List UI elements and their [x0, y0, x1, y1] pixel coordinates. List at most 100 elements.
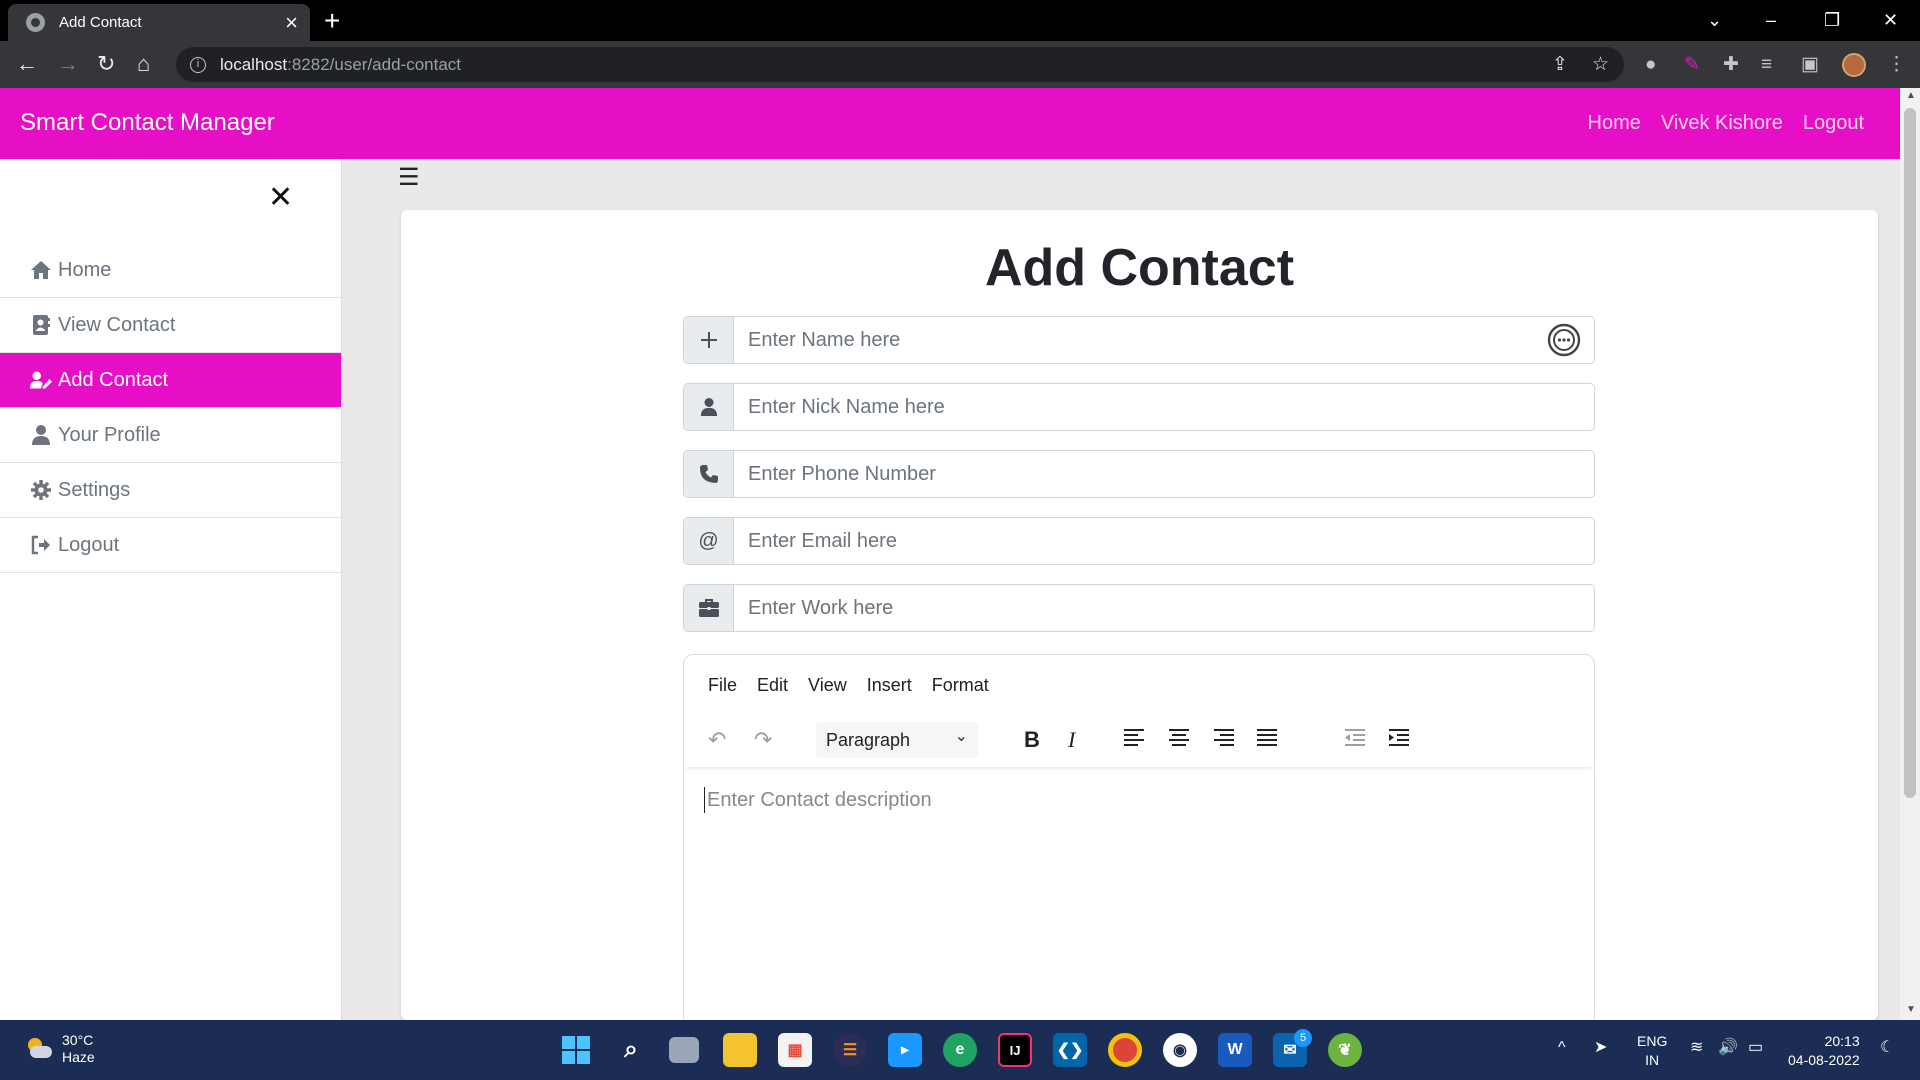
sidebar-item-add-contact[interactable]: Add Contact	[0, 353, 341, 408]
sidebar-item-settings[interactable]: Settings	[0, 463, 341, 518]
sidebar-item-label: Your Profile	[58, 423, 161, 446]
sidebar-menu: Home View Contact Add Contact Your Profi…	[0, 243, 341, 573]
description-textarea[interactable]: Enter Contact description	[704, 787, 932, 813]
obs-icon[interactable]: ◉	[1163, 1033, 1197, 1067]
volume-icon[interactable]: 🔊	[1718, 1038, 1738, 1058]
start-windows-icon[interactable]	[559, 1033, 593, 1067]
scrollbar-thumb[interactable]	[1904, 108, 1916, 798]
italic-icon[interactable]: I	[1068, 726, 1075, 754]
microsoft-store-icon[interactable]: ▦	[778, 1033, 812, 1067]
bookmark-star-icon[interactable]: ☆	[1592, 50, 1609, 80]
tab-favicon-icon	[26, 13, 45, 32]
site-info-icon[interactable]: i	[190, 56, 206, 73]
clock-time: 20:13	[1824, 1033, 1860, 1049]
forward-icon[interactable]: →	[57, 49, 79, 79]
bold-icon[interactable]: B	[1024, 726, 1040, 754]
extension-mouse-icon[interactable]: ●	[1645, 50, 1656, 80]
new-tab-icon[interactable]: +	[324, 6, 340, 36]
align-justify-icon[interactable]	[1256, 726, 1278, 754]
extension-pen-icon[interactable]: ✎	[1684, 50, 1700, 80]
close-window-icon[interactable]: ✕	[1883, 5, 1898, 35]
menu-file[interactable]: File	[708, 675, 737, 696]
back-icon[interactable]: ←	[16, 49, 38, 79]
brand-title[interactable]: Smart Contact Manager	[20, 109, 275, 137]
chrome-icon[interactable]	[1108, 1033, 1142, 1067]
location-icon[interactable]: ➤	[1594, 1038, 1607, 1058]
extensions-puzzle-icon[interactable]: ✚	[1723, 50, 1739, 80]
share-icon[interactable]: ⇪	[1552, 50, 1568, 80]
menu-insert[interactable]: Insert	[867, 675, 912, 696]
file-explorer-icon[interactable]	[723, 1033, 757, 1067]
reload-icon[interactable]: ↻	[97, 49, 115, 79]
notifications-moon-icon[interactable]: ☾	[1880, 1038, 1894, 1058]
sidebar-item-label: Home	[58, 258, 112, 281]
browser-menu-icon[interactable]: ⋮	[1887, 50, 1906, 80]
block-format-select[interactable]: Paragraph ⌄	[816, 722, 978, 758]
nav-link-logout[interactable]: Logout	[1803, 112, 1864, 135]
assistant-badge-icon[interactable]	[1534, 317, 1594, 363]
at-icon: @	[684, 518, 734, 564]
windows-taskbar: 30°C Haze ⌕ ▦ ☰ ▶ e IJ ❮❯ ◉ W ✉ 5 ❦ ^ ➤ …	[0, 1020, 1920, 1080]
browser-tab[interactable]: Add Contact ×	[8, 4, 310, 41]
sidebar-item-logout[interactable]: Logout	[0, 518, 341, 573]
wifi-icon[interactable]: ≋	[1690, 1038, 1703, 1058]
sidebar-item-your-profile[interactable]: Your Profile	[0, 408, 341, 463]
user-edit-icon	[30, 370, 52, 390]
undo-icon[interactable]: ↶	[708, 726, 726, 754]
weather-widget[interactable]: 30°C Haze	[24, 1032, 95, 1066]
align-center-icon[interactable]	[1168, 726, 1190, 754]
work-field[interactable]	[734, 585, 1594, 631]
name-field[interactable]	[734, 317, 1534, 363]
vscode-icon[interactable]: ❮❯	[1053, 1033, 1087, 1067]
nickname-field[interactable]	[734, 384, 1594, 430]
redo-icon[interactable]: ↷	[754, 726, 772, 754]
tab-close-icon[interactable]: ×	[285, 11, 298, 34]
sidebar-close-icon[interactable]: ✕	[268, 183, 293, 213]
sidebar-item-home[interactable]: Home	[0, 243, 341, 298]
intellij-icon[interactable]: IJ	[998, 1033, 1032, 1067]
chevron-down-icon: ⌄	[954, 728, 968, 745]
align-right-icon[interactable]	[1212, 726, 1234, 754]
sidebar-item-view-contact[interactable]: View Contact	[0, 298, 341, 353]
align-left-icon[interactable]	[1124, 726, 1146, 754]
home-button-icon[interactable]: ⌂	[137, 49, 150, 79]
language-code: ENG	[1637, 1033, 1668, 1049]
scroll-down-icon[interactable]: ▼	[1906, 1004, 1916, 1015]
media-queue-icon[interactable]: ≡	[1761, 50, 1772, 80]
page-title: Add Contact	[984, 239, 1295, 297]
browser-tab-strip: Add Contact × + ⌄ – ❐ ✕	[0, 0, 1920, 41]
nav-link-home[interactable]: Home	[1588, 112, 1641, 135]
side-panel-icon[interactable]: ▣	[1801, 50, 1819, 80]
battery-icon[interactable]: ▭	[1748, 1038, 1763, 1058]
search-icon[interactable]: ⌕	[614, 1033, 648, 1067]
indent-icon[interactable]	[1388, 726, 1410, 754]
show-hidden-icons-chevron-icon[interactable]: ^	[1558, 1038, 1566, 1058]
menu-view[interactable]: View	[808, 675, 847, 696]
page-scrollbar[interactable]: ▲ ▼	[1900, 88, 1920, 1020]
system-clock[interactable]: 20:13 04-08-2022	[1788, 1032, 1860, 1070]
email-field[interactable]	[734, 518, 1594, 564]
minimize-icon[interactable]: –	[1766, 5, 1776, 35]
profile-avatar[interactable]	[1842, 53, 1866, 77]
menu-edit[interactable]: Edit	[757, 675, 788, 696]
eclipse-icon[interactable]: ☰	[833, 1033, 867, 1067]
phone-input-group	[683, 450, 1595, 498]
phone-field[interactable]	[734, 451, 1594, 497]
tab-search-chevron-icon[interactable]: ⌄	[1707, 5, 1722, 35]
menu-format[interactable]: Format	[932, 675, 989, 696]
nav-link-user[interactable]: Vivek Kishore	[1661, 112, 1783, 135]
spring-tool-suite-icon[interactable]: ❦	[1328, 1033, 1362, 1067]
task-view-icon[interactable]	[669, 1037, 699, 1063]
hamburger-menu-icon[interactable]: ☰	[398, 166, 420, 190]
address-bar[interactable]: i localhost :8282/user/add-contact	[176, 47, 1624, 82]
prime-video-icon[interactable]: ▶	[888, 1033, 922, 1067]
user-icon	[30, 425, 52, 445]
edge-icon[interactable]: e	[943, 1033, 977, 1067]
plus-icon	[684, 317, 734, 363]
outdent-icon[interactable]	[1344, 726, 1366, 754]
sidebar-item-label: View Contact	[58, 313, 176, 336]
restore-icon[interactable]: ❐	[1824, 5, 1840, 35]
word-icon[interactable]: W	[1218, 1033, 1252, 1067]
input-language[interactable]: ENG IN	[1637, 1032, 1667, 1070]
scroll-up-icon[interactable]: ▲	[1906, 90, 1916, 101]
